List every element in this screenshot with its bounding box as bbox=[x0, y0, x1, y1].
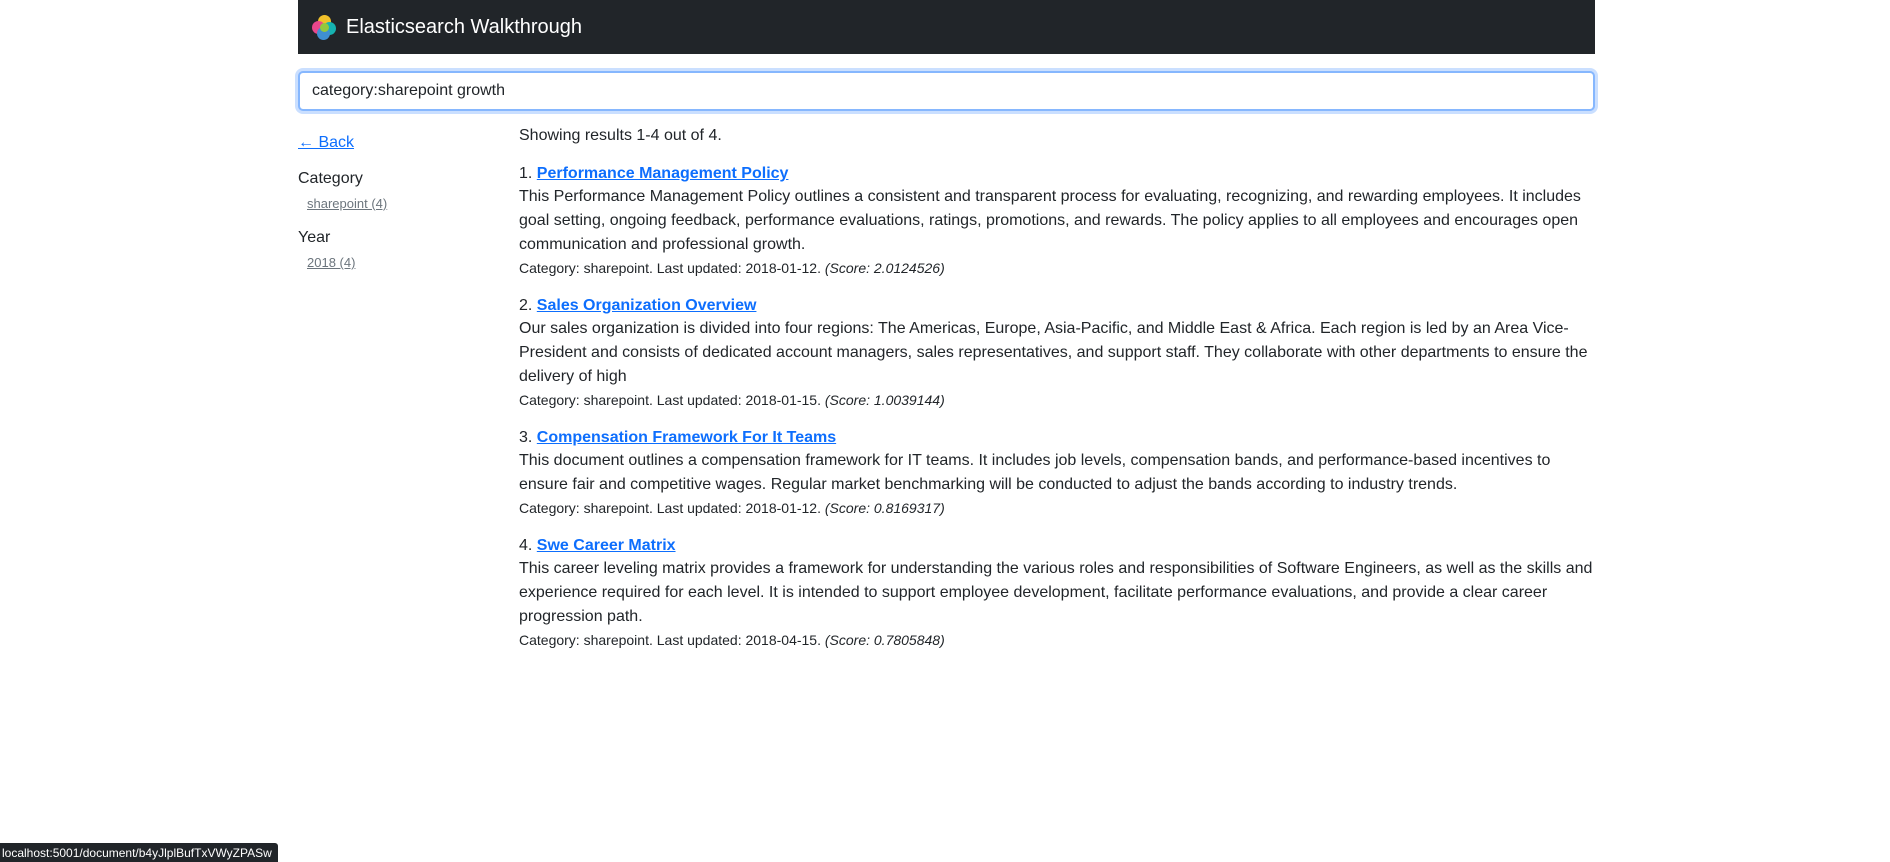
result-item: 3. Compensation Framework For It Teams T… bbox=[519, 427, 1599, 519]
result-meta-text: Category: sharepoint. Last updated: 2018… bbox=[519, 632, 821, 648]
results-summary: Showing results 1-4 out of 4. bbox=[519, 127, 722, 144]
result-title-link[interactable]: Performance Management Policy bbox=[537, 165, 789, 182]
result-score: (Score: 0.8169317) bbox=[824, 500, 945, 516]
result-score: (Score: 2.0124526) bbox=[824, 260, 945, 276]
result-score: (Score: 0.7805848) bbox=[824, 632, 945, 648]
search-input[interactable] bbox=[298, 71, 1595, 111]
result-meta: Category: sharepoint. Last updated: 2018… bbox=[519, 257, 1599, 279]
facet-title-category: Category bbox=[298, 170, 363, 187]
top-navbar: Elasticsearch Walkthrough bbox=[298, 0, 1595, 54]
result-meta: Category: sharepoint. Last updated: 2018… bbox=[519, 497, 1599, 519]
result-description: This document outlines a compensation fr… bbox=[519, 452, 1551, 493]
result-item: 2. Sales Organization Overview Our sales… bbox=[519, 295, 1599, 411]
app-brand[interactable]: Elasticsearch Walkthrough bbox=[346, 16, 582, 39]
sidebar: ← Back Category sharepoint (4) Year 2018… bbox=[298, 134, 498, 270]
result-meta: Category: sharepoint. Last updated: 2018… bbox=[519, 629, 1599, 651]
facet-item-2018[interactable]: 2018 (4) bbox=[307, 255, 498, 270]
search-bar bbox=[298, 71, 1595, 111]
page-container: Elasticsearch Walkthrough ← Back Categor… bbox=[298, 0, 1595, 648]
back-link[interactable]: ← Back bbox=[298, 134, 498, 152]
results-list: Showing results 1-4 out of 4. 1. Perform… bbox=[519, 127, 1599, 667]
result-number: 2. bbox=[519, 297, 533, 314]
facet-item-sharepoint[interactable]: sharepoint (4) bbox=[307, 196, 498, 211]
result-description: This career leveling matrix provides a f… bbox=[519, 560, 1593, 625]
result-score: (Score: 1.0039144) bbox=[824, 392, 945, 408]
result-title-link[interactable]: Compensation Framework For It Teams bbox=[537, 429, 836, 446]
elasticsearch-logo-icon bbox=[312, 15, 336, 40]
result-title-link[interactable]: Swe Career Matrix bbox=[537, 537, 676, 554]
result-title-link[interactable]: Sales Organization Overview bbox=[537, 297, 757, 314]
result-description: Our sales organization is divided into f… bbox=[519, 320, 1588, 385]
facet-title-year: Year bbox=[298, 229, 331, 246]
result-meta-text: Category: sharepoint. Last updated: 2018… bbox=[519, 392, 821, 408]
result-description: This Performance Management Policy outli… bbox=[519, 188, 1581, 253]
browser-status-bar: localhost:5001/document/b4yJlplBufTxVWyZ… bbox=[0, 843, 278, 862]
result-number: 3. bbox=[519, 429, 533, 446]
result-item: 1. Performance Management Policy This Pe… bbox=[519, 163, 1599, 279]
result-number: 1. bbox=[519, 165, 533, 182]
result-number: 4. bbox=[519, 537, 533, 554]
result-item: 4. Swe Career Matrix This career levelin… bbox=[519, 535, 1599, 651]
result-meta: Category: sharepoint. Last updated: 2018… bbox=[519, 389, 1599, 411]
result-meta-text: Category: sharepoint. Last updated: 2018… bbox=[519, 500, 821, 516]
result-meta-text: Category: sharepoint. Last updated: 2018… bbox=[519, 260, 821, 276]
